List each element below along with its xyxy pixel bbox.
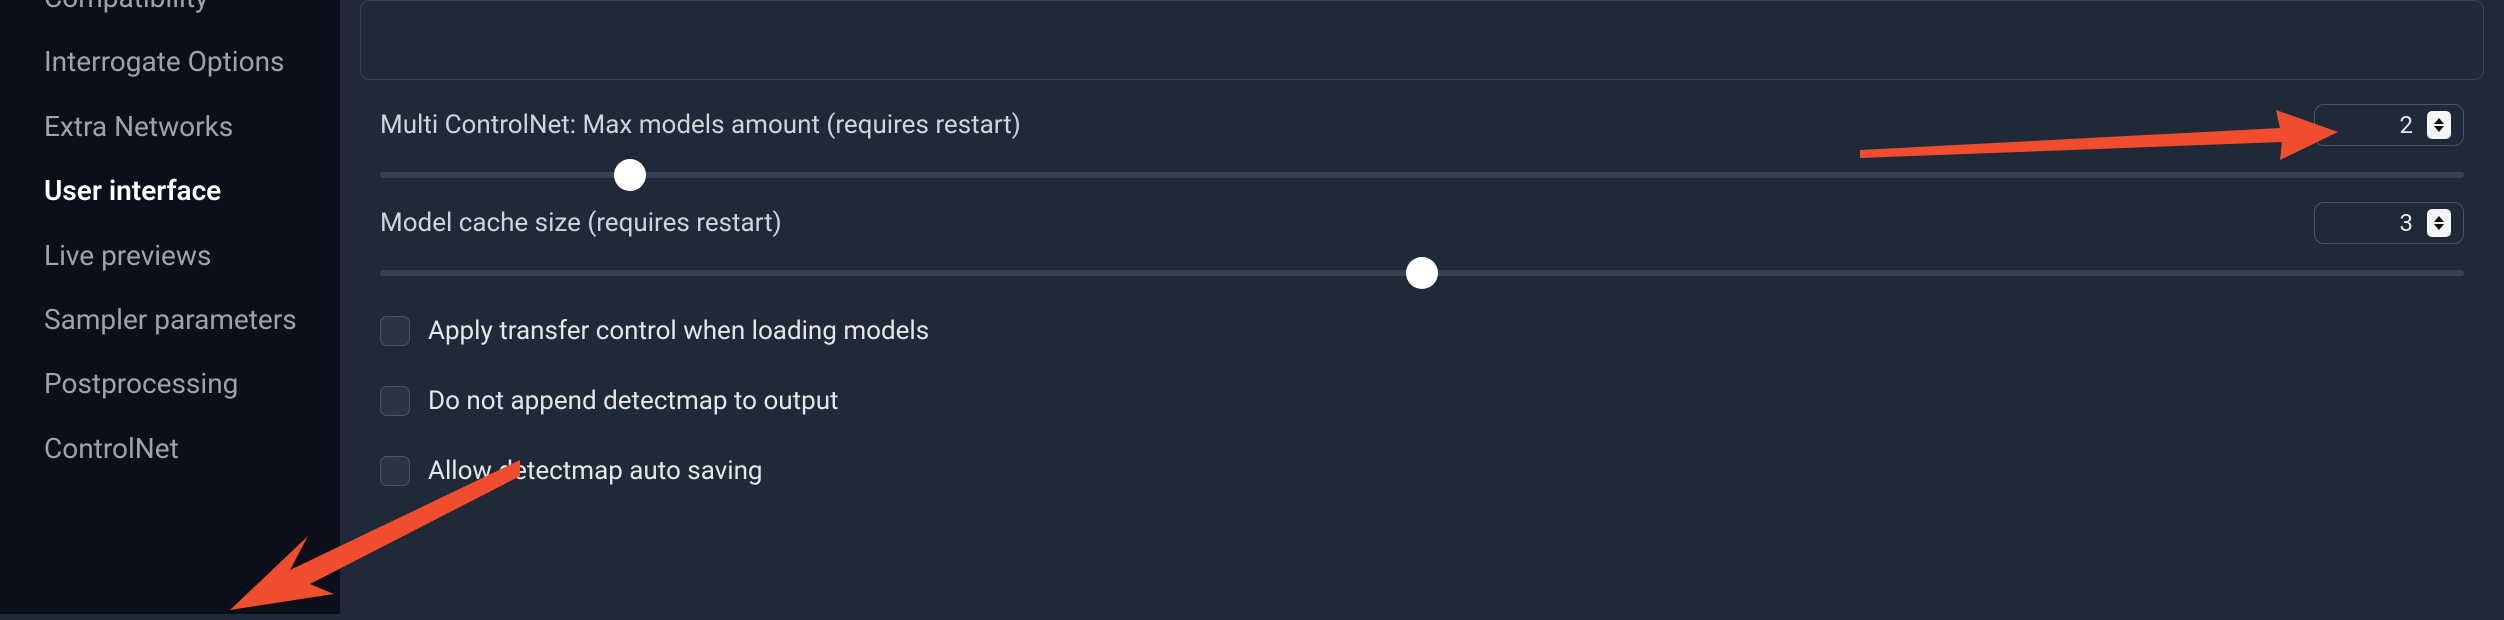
app-root: Compatibility Interrogate Options Extra … <box>0 0 2504 614</box>
settings-sidebar: Compatibility Interrogate Options Extra … <box>0 0 340 614</box>
setting-label: Model cache size (requires restart) <box>380 208 782 238</box>
number-value: 3 <box>2400 209 2414 237</box>
checkbox-no-append-detectmap[interactable]: Do not append detectmap to output <box>360 386 2484 416</box>
checkbox-label: Apply transfer control when loading mode… <box>428 316 929 346</box>
sidebar-item-live-previews[interactable]: Live previews <box>44 224 304 288</box>
sidebar-item-compatibility[interactable]: Compatibility <box>44 0 304 30</box>
config-textbox[interactable] <box>360 0 2484 80</box>
sidebar-item-extra-networks[interactable]: Extra Networks <box>44 95 304 159</box>
multi-controlnet-number-input[interactable]: 2 <box>2314 104 2464 146</box>
checkbox-box[interactable] <box>380 316 410 346</box>
stepper-icon[interactable] <box>2427 111 2451 139</box>
sidebar-item-interrogate-options[interactable]: Interrogate Options <box>44 30 304 94</box>
checkbox-box[interactable] <box>380 386 410 416</box>
setting-multi-controlnet: Multi ControlNet: Max models amount (req… <box>360 104 2484 146</box>
sidebar-item-user-interface[interactable]: User interface <box>44 159 304 223</box>
sidebar-item-postprocessing[interactable]: Postprocessing <box>44 352 304 416</box>
setting-label: Multi ControlNet: Max models amount (req… <box>380 110 1021 140</box>
stepper-icon[interactable] <box>2427 209 2451 237</box>
slider-thumb[interactable] <box>1406 257 1438 289</box>
checkbox-allow-detectmap-autosave[interactable]: Allow detectmap auto saving <box>360 456 2484 486</box>
number-value: 2 <box>2400 111 2414 139</box>
model-cache-number-input[interactable]: 3 <box>2314 202 2464 244</box>
checkbox-box[interactable] <box>380 456 410 486</box>
sidebar-item-controlnet[interactable]: ControlNet <box>44 417 304 481</box>
model-cache-slider[interactable] <box>380 270 2464 276</box>
checkbox-label: Do not append detectmap to output <box>428 386 839 416</box>
multi-controlnet-slider[interactable] <box>380 172 2464 178</box>
checkbox-apply-transfer-control[interactable]: Apply transfer control when loading mode… <box>360 316 2484 346</box>
settings-panel: Multi ControlNet: Max models amount (req… <box>340 0 2504 614</box>
sidebar-item-sampler-parameters[interactable]: Sampler parameters <box>44 288 304 352</box>
checkbox-label: Allow detectmap auto saving <box>428 456 763 486</box>
setting-model-cache: Model cache size (requires restart) 3 <box>360 202 2484 244</box>
slider-thumb[interactable] <box>614 159 646 191</box>
